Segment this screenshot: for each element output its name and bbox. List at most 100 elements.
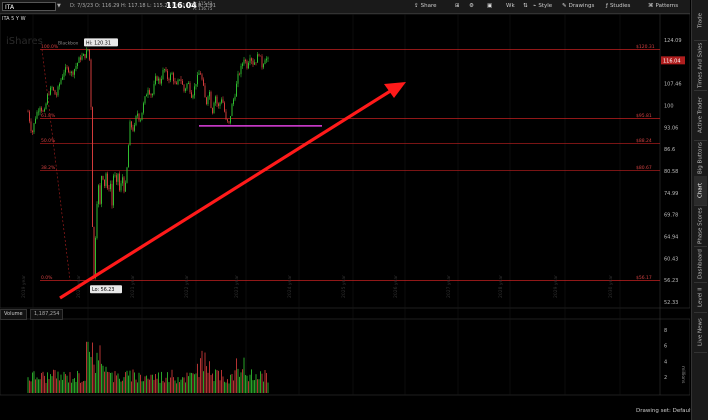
price-candle	[50, 87, 51, 95]
price-candle	[30, 121, 32, 131]
volume-bar	[209, 361, 210, 393]
volume-bar	[236, 358, 237, 393]
price-candle	[164, 69, 165, 71]
volume-bar	[251, 369, 252, 393]
volume-bar	[98, 360, 99, 393]
fib-ratio-label: 50.0%	[41, 138, 56, 144]
price-candle	[162, 70, 164, 79]
sidebar-tab-level-ii[interactable]: Level II	[694, 282, 707, 313]
price-axis-tick: 93.06	[664, 125, 678, 131]
volume-bar	[243, 357, 245, 393]
volume-bar	[261, 373, 263, 393]
price-candle	[27, 111, 29, 113]
price-candle	[146, 94, 147, 97]
volume-bar	[200, 358, 201, 393]
volume-bar	[233, 380, 234, 393]
sidebar-tab-active-trader[interactable]: Active Trader	[694, 90, 707, 141]
volume-bar	[59, 380, 60, 393]
price-candle	[198, 73, 200, 75]
year-label: 2026 year	[393, 275, 399, 298]
volume-bar	[132, 369, 134, 393]
volume-bar	[182, 377, 183, 393]
price-candle	[167, 71, 168, 79]
price-candle	[56, 94, 57, 96]
volume-bar	[47, 372, 48, 393]
volume-bar	[258, 379, 260, 393]
volume-bar	[177, 377, 179, 393]
price-candle	[168, 78, 170, 81]
price-candle	[251, 58, 252, 61]
volume-bar	[144, 376, 146, 393]
volume-bar	[224, 381, 225, 393]
volume-bar	[171, 369, 173, 393]
volume-bar	[96, 352, 98, 393]
price-candle	[83, 54, 84, 56]
price-axis-tick: 124.09	[664, 38, 682, 44]
price-axis-tick: 64.94	[664, 234, 678, 240]
price-candle	[185, 88, 186, 91]
volume-axis-tick: 2	[664, 375, 667, 381]
volume-bar	[39, 379, 41, 393]
price-candle	[47, 94, 48, 104]
volume-bar	[36, 377, 38, 393]
volume-bar	[57, 371, 59, 393]
price-candle	[138, 113, 140, 121]
price-candle	[119, 173, 120, 191]
volume-bar	[35, 379, 36, 393]
sidebar-tab-dashboard[interactable]: Dashboard	[694, 246, 707, 283]
price-candle	[41, 107, 42, 111]
volume-bar	[255, 374, 257, 393]
volume-bar	[222, 376, 224, 393]
volume-label: Volume	[0, 309, 27, 320]
fib-price-label: $56.17	[636, 275, 652, 281]
volume-bar	[92, 342, 93, 393]
sidebar-tab-trade[interactable]: Trade	[694, 0, 707, 41]
volume-bar	[146, 375, 147, 393]
volume-bar	[122, 380, 123, 393]
price-candle	[165, 69, 167, 72]
volume-bar	[72, 378, 74, 393]
volume-bar	[252, 380, 254, 393]
sidebar-tab-big-buttons[interactable]: Big Buttons	[694, 140, 707, 177]
sidebar-tab-phase-scores[interactable]: Phase Scores	[694, 205, 707, 247]
price-candle	[65, 67, 66, 73]
price-candle	[228, 121, 230, 123]
price-candle	[54, 90, 56, 95]
volume-bar	[83, 381, 84, 393]
drawing-set-selector[interactable]: Drawing set: Default ▾	[636, 408, 697, 414]
volume-axis-tick: 8	[664, 328, 667, 334]
sidebar-tab-chart[interactable]: Chart	[694, 176, 707, 206]
volume-bar	[65, 374, 66, 393]
volume-bar	[56, 378, 57, 393]
price-candle	[78, 57, 80, 63]
price-candle	[147, 90, 149, 95]
year-label: 2028 year	[498, 275, 504, 298]
price-candle	[263, 64, 264, 68]
volume-count: 1,187,254	[30, 309, 64, 320]
price-candle	[45, 103, 47, 110]
volume-bar	[216, 370, 218, 393]
price-candle	[128, 145, 129, 168]
volume-bar	[68, 382, 69, 393]
volume-bar	[147, 378, 149, 393]
volume-bar	[264, 370, 266, 393]
volume-bar	[108, 372, 110, 393]
price-candle	[183, 84, 185, 91]
price-candle	[257, 54, 258, 63]
volume-bar	[81, 381, 83, 393]
volume-bar	[170, 377, 171, 393]
price-candle	[180, 79, 182, 81]
sidebar-tab-times-and-sales[interactable]: Times And Sales	[694, 40, 707, 91]
price-candle	[210, 91, 212, 108]
price-chart[interactable]: 100.0% $120.31 61.8% $95.81 50.0% $88.24 38.2%…	[0, 0, 690, 402]
price-candle	[62, 76, 63, 80]
volume-bar	[249, 374, 251, 393]
price-axis-tick: 69.78	[664, 213, 678, 219]
sidebar-tab-live-news[interactable]: Live News	[694, 312, 707, 353]
price-candle	[86, 50, 87, 58]
volume-bar	[237, 368, 239, 393]
price-candle	[222, 99, 224, 103]
volume-bar	[53, 369, 54, 393]
volume-bar	[78, 373, 80, 393]
price-candle	[218, 103, 219, 106]
